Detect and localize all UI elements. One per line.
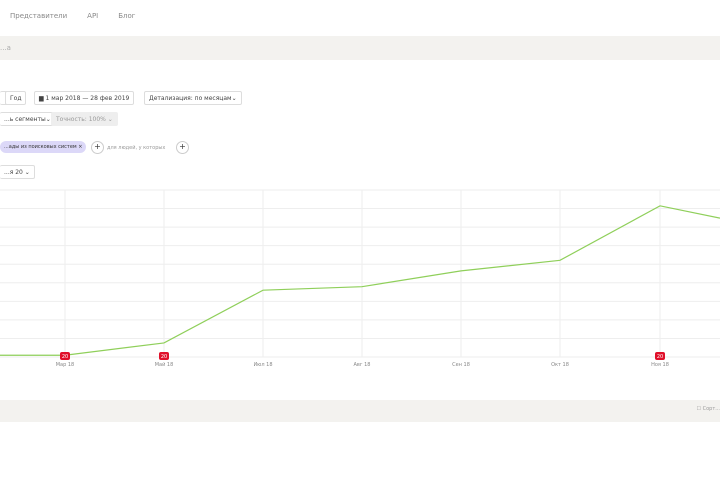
x-tick-label: Авг 18 [354,362,371,368]
add-filter-button[interactable]: + [91,141,104,154]
annotation-label: 20 [62,354,68,360]
annotation-label: 20 [161,354,167,360]
add-condition-button[interactable]: + [176,141,189,154]
annotation-label: 20 [657,354,663,360]
top-nav: Представители API Блог [10,12,135,20]
accuracy-select[interactable]: Точность: 100% ⌄ [51,112,118,126]
nav-representatives[interactable]: Представители [10,12,67,20]
series-line [0,205,720,356]
nav-blog[interactable]: Блог [118,12,135,20]
year-button[interactable]: Год [5,91,27,105]
metric-select[interactable]: ...я 20 ⌄ [0,165,35,179]
filter-chip[interactable]: ...ады из поисковых систем × [0,141,87,153]
x-tick-label: Июл 18 [253,362,272,368]
filter-label: для людей, у которых [107,145,166,151]
x-tick-label: Окт 18 [551,362,569,368]
filter-chip-label: ...ады из поисковых систем [4,144,77,150]
table-header-bar [0,400,720,422]
detail-select[interactable]: Детализация: по месяцам⌄ [144,91,242,105]
metric-label: ...я 20 [4,169,23,176]
segments-select[interactable]: ...ь сегменты⌄ [0,112,56,126]
line-chart: Мар 18 Май 18 Июл 18 Авг 18 Сен 18 Окт 18 Ноя … [0,189,720,368]
nav-api[interactable]: API [87,12,98,20]
date-range-button[interactable]: ▆ 1 мар 2018 — 28 фев 2019 [34,91,135,105]
x-tick-label: Мар 18 [56,362,75,368]
close-icon[interactable]: × [78,144,82,150]
x-tick-label: Май 18 [155,361,174,368]
legend-label: Сорт... [702,406,720,412]
x-tick-label: Сен 18 [452,362,470,368]
segments-label: ...ь сегменты [4,116,46,123]
chevron-down-icon: ⌄ [231,95,237,102]
detail-label: Детализация: по месяцам [149,95,232,102]
x-tick-label: Ноя 18 [651,362,669,368]
breadcrumb: ...а [0,36,720,60]
accuracy-label: Точность: 100% [56,116,106,123]
date-range-label: 1 мар 2018 — 28 фев 2019 [45,95,130,102]
legend-checkbox[interactable]: ☐ Сорт... [697,406,720,412]
chevron-down-icon: ⌄ [45,116,51,123]
